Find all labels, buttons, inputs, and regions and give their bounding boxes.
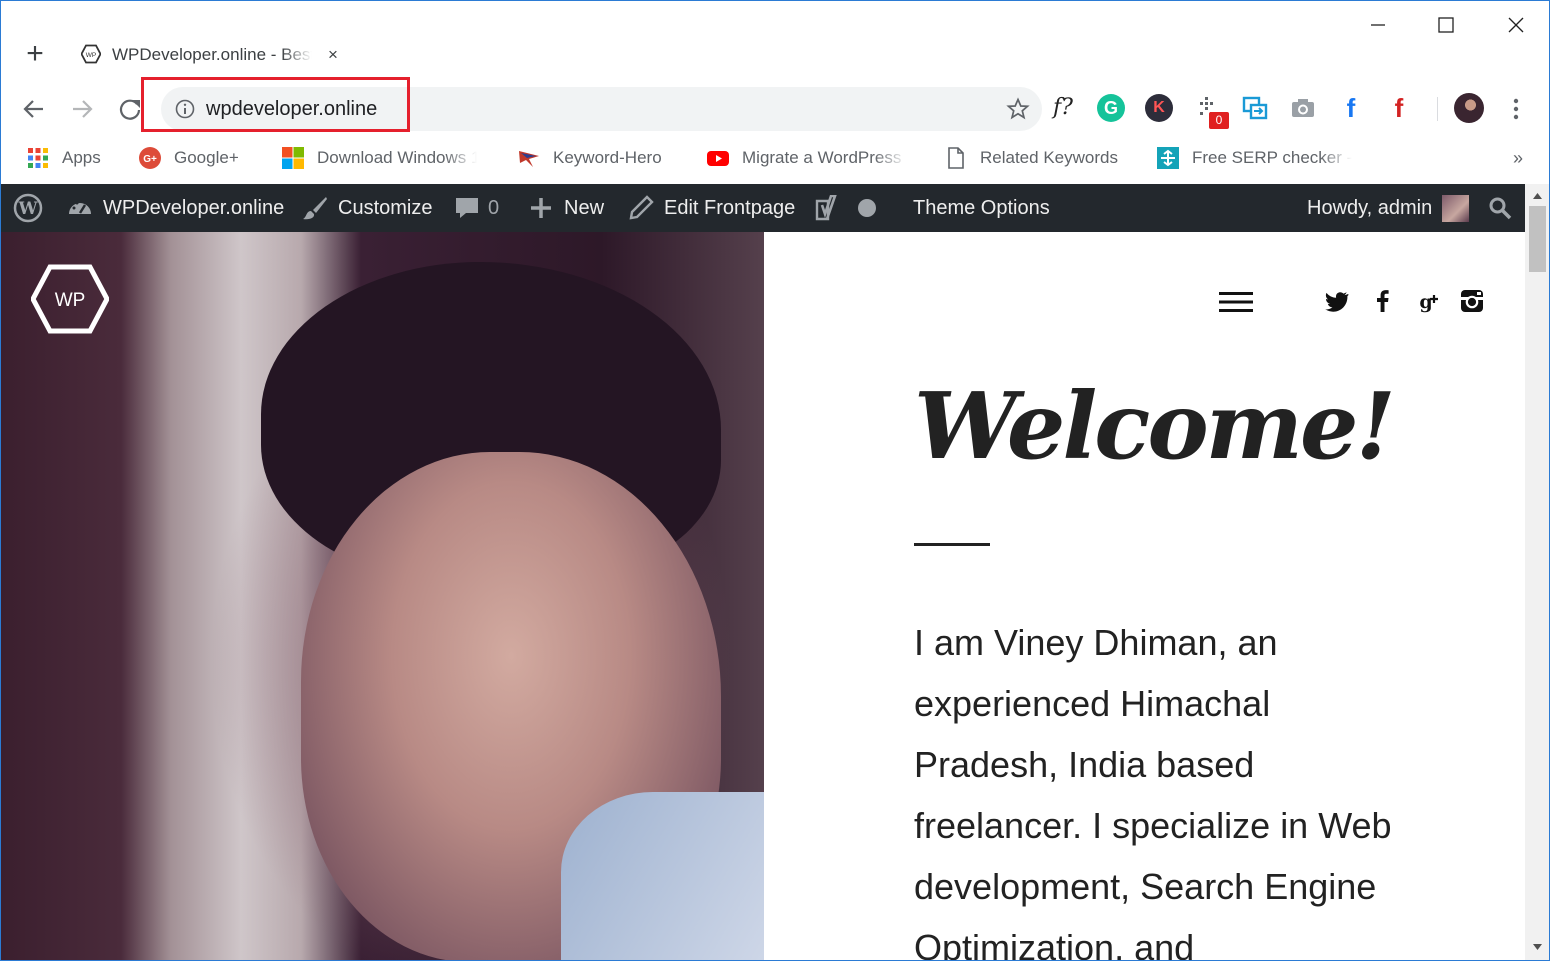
admin-site-name-label: WPDeveloper.online — [103, 196, 285, 219]
windows-icon — [282, 147, 304, 169]
instagram-icon[interactable] — [1459, 288, 1485, 314]
admin-comments[interactable]: 0 — [454, 184, 499, 232]
admin-new-label: New — [564, 196, 605, 219]
intro-paragraph: I am Viney Dhiman, an experienced Himach… — [914, 622, 1392, 961]
scrollbar-thumb[interactable] — [1529, 206, 1546, 272]
keywords-everywhere-icon[interactable]: K — [1145, 94, 1173, 122]
reload-icon[interactable] — [117, 96, 143, 122]
admin-avatar — [1442, 194, 1470, 222]
admin-edit-label: Edit Frontpage — [664, 196, 796, 219]
bookmark-label: Related Keywords — [980, 148, 1118, 167]
wp-logo-menu[interactable]: W — [13, 184, 53, 232]
browser-tab[interactable]: WP WPDeveloper.online - Best WordPress D… — [69, 37, 355, 73]
dashboard-icon — [69, 201, 91, 214]
profile-avatar[interactable] — [1454, 93, 1484, 123]
grammarly-icon[interactable]: G — [1097, 94, 1125, 122]
welcome-heading: Welcome! — [914, 372, 1396, 480]
admin-theme-options-label: Theme Options — [913, 196, 1050, 219]
page-scrollbar[interactable] — [1525, 184, 1550, 960]
scroll-down-arrow-icon[interactable] — [1525, 939, 1550, 955]
bookmarks-bar: Apps G+ Google+ Download Windows 10 Keyw… — [1, 137, 1549, 183]
flipboard-icon[interactable]: f — [1385, 94, 1413, 122]
svg-text:W: W — [17, 199, 38, 219]
bookmark-keyword-hero[interactable]: Keyword-Hero — [518, 145, 662, 171]
admin-theme-options[interactable]: Theme Options — [913, 184, 1050, 232]
twitter-icon[interactable] — [1324, 288, 1350, 314]
bookmark-migrate-wordpress[interactable]: Migrate a WordPress Site — [707, 145, 907, 171]
page-icon — [948, 147, 964, 169]
site-logo[interactable]: WP — [31, 264, 109, 334]
bookmark-apps[interactable]: Apps — [27, 145, 101, 171]
bookmark-google-plus[interactable]: G+ Google+ — [139, 145, 239, 171]
admin-yoast-seo[interactable] — [814, 184, 876, 232]
svg-text:G+: G+ — [143, 154, 157, 165]
browser-window: + WP WPDeveloper.online - Best WordPress… — [0, 0, 1550, 961]
bookmarks-overflow-button[interactable]: » — [1508, 145, 1528, 171]
back-arrow-icon[interactable] — [21, 96, 47, 122]
bookmark-label: Download Windows 10 — [317, 148, 477, 167]
howdy-label: Howdy, admin — [1307, 196, 1433, 219]
admin-account-menu[interactable]: Howdy, admin — [1307, 184, 1470, 232]
close-window-icon[interactable] — [1498, 7, 1534, 43]
heading-divider — [914, 543, 990, 546]
admin-new[interactable]: New — [528, 184, 604, 232]
admin-customize-label: Customize — [338, 196, 433, 219]
bookmark-label: Free SERP checker - Ch — [1192, 148, 1352, 167]
photo-shirt-shape — [561, 792, 764, 960]
intro-column: g Welcome! I am Viney Dhiman, an experie… — [764, 232, 1525, 961]
profile-photo: WP — [1, 232, 764, 960]
tab-title: WPDeveloper.online - Best WordPress Deve… — [112, 45, 312, 64]
tab-strip: + WP WPDeveloper.online - Best WordPress… — [1, 1, 1549, 81]
fontface-ninja-icon[interactable]: f? — [1049, 94, 1077, 122]
wp-admin-bar: W WPDeveloper.online Customize 0 New Edi… — [1, 184, 1525, 232]
youtube-icon — [707, 151, 729, 166]
site-logo-text: WP — [55, 290, 86, 311]
screen-share-icon[interactable] — [1241, 94, 1269, 122]
apps-grid-icon — [28, 148, 48, 168]
admin-site-name[interactable]: WPDeveloper.online — [67, 184, 284, 232]
minimize-icon[interactable] — [1360, 7, 1396, 43]
facebook-icon[interactable] — [1370, 288, 1396, 314]
bookmark-label: Google+ — [174, 148, 239, 167]
hamburger-menu-icon[interactable] — [1219, 290, 1253, 314]
page-content: WP g Welcome! I am Viney Dhiman, an expe… — [1, 232, 1525, 961]
seo-status-dot — [858, 199, 876, 217]
bookmark-download-windows[interactable]: Download Windows 10 — [282, 145, 477, 171]
wp-hexagon-icon: WP — [81, 44, 101, 64]
scroll-up-arrow-icon[interactable] — [1525, 188, 1550, 204]
paintbrush-icon — [303, 197, 327, 220]
bookmark-label: Keyword-Hero — [553, 148, 662, 167]
maximize-icon[interactable] — [1428, 7, 1464, 43]
bookmark-label: Migrate a WordPress Site — [742, 148, 907, 167]
bookmark-free-serp-checker[interactable]: Free SERP checker - Ch — [1157, 145, 1352, 171]
search-icon[interactable] — [1488, 196, 1512, 220]
more-menu-icon[interactable] — [1506, 95, 1526, 123]
yoast-icon — [815, 195, 837, 221]
svg-text:WP: WP — [86, 52, 96, 59]
comment-bubble-icon — [456, 198, 478, 218]
tab-close-button[interactable]: × — [323, 45, 343, 65]
tracker-badge: 0 — [1209, 112, 1229, 129]
bookmark-star-icon[interactable] — [1006, 97, 1030, 121]
serp-icon — [1157, 147, 1179, 169]
camera-icon[interactable] — [1289, 94, 1317, 122]
admin-customize[interactable]: Customize — [302, 184, 432, 232]
comments-count: 0 — [488, 196, 500, 219]
forward-arrow-icon[interactable] — [69, 96, 95, 122]
google-plus-icon: G+ — [139, 147, 161, 169]
keyword-hero-icon — [519, 151, 539, 167]
facebook-icon[interactable]: f — [1337, 94, 1365, 122]
bookmark-label: Apps — [62, 148, 101, 167]
new-tab-button[interactable]: + — [20, 39, 50, 69]
plus-icon — [531, 198, 551, 218]
url-highlight-box — [141, 77, 410, 132]
toolbar-separator — [1437, 97, 1438, 121]
wordpress-icon: W — [13, 193, 43, 223]
bookmark-related-keywords[interactable]: Related Keywords — [945, 145, 1118, 171]
admin-edit-frontpage[interactable]: Edit Frontpage — [628, 184, 795, 232]
svg-text:g: g — [1419, 291, 1432, 313]
pencil-icon — [629, 195, 654, 220]
google-plus-icon[interactable]: g — [1414, 288, 1440, 314]
